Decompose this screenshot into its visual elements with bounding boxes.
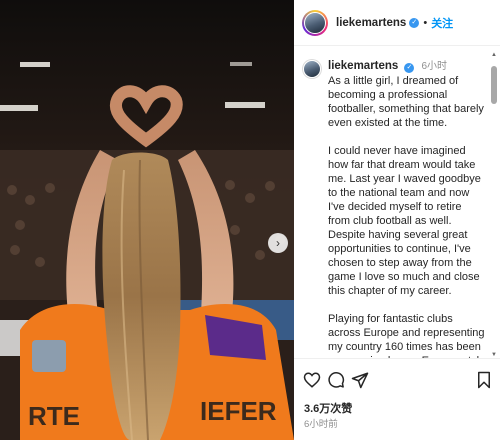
caption-avatar[interactable] bbox=[302, 59, 322, 79]
follow-button[interactable]: 关注 bbox=[431, 15, 453, 31]
svg-text:RTE: RTE bbox=[28, 401, 80, 431]
scroll-thumb[interactable] bbox=[491, 66, 497, 104]
bookmark-icon[interactable] bbox=[475, 371, 493, 389]
caption-username[interactable]: liekemartens bbox=[328, 60, 398, 72]
chevron-right-icon: › bbox=[276, 236, 280, 250]
post-photo[interactable]: RTE IEFER › bbox=[0, 0, 294, 440]
caption-area[interactable]: liekemartens ✓ 6小时 As a little girl, I d… bbox=[294, 47, 500, 358]
caption-paragraph: I could never have imagined how far that… bbox=[328, 145, 481, 297]
caption-paragraph: As a little girl, I dreamed of becoming … bbox=[328, 75, 484, 129]
comment-icon[interactable] bbox=[327, 371, 345, 389]
share-icon[interactable] bbox=[351, 371, 369, 389]
caption-body: liekemartens ✓ 6小时 As a little girl, I d… bbox=[328, 59, 486, 358]
separator-dot: • bbox=[423, 16, 428, 29]
caption-paragraph: Playing for fantastic clubs across Europ… bbox=[328, 313, 486, 358]
avatar[interactable] bbox=[302, 9, 328, 36]
verified-icon: ✓ bbox=[409, 17, 420, 28]
next-photo-button[interactable]: › bbox=[268, 233, 288, 253]
header-username[interactable]: liekemartens bbox=[336, 17, 406, 29]
caption-scrollbar[interactable]: ▲ ▼ bbox=[491, 52, 497, 358]
action-bar: 3.6万次赞 6小时前 bbox=[294, 358, 500, 440]
caption-time[interactable]: 6小时 bbox=[421, 61, 447, 72]
post-timestamp[interactable]: 6小时前 bbox=[304, 416, 338, 430]
svg-text:IEFER: IEFER bbox=[200, 396, 277, 426]
scroll-up-icon[interactable]: ▲ bbox=[491, 52, 497, 58]
caption-verified-icon: ✓ bbox=[404, 63, 415, 73]
post-header: liekemartens ✓ • 关注 bbox=[294, 0, 500, 46]
likes-count[interactable]: 3.6万次赞 bbox=[304, 400, 352, 416]
heart-icon[interactable] bbox=[303, 371, 321, 389]
photo-image: RTE IEFER bbox=[0, 0, 294, 440]
post-sidebar: liekemartens ✓ • 关注 liekemartens ✓ 6小时 A… bbox=[294, 0, 500, 440]
